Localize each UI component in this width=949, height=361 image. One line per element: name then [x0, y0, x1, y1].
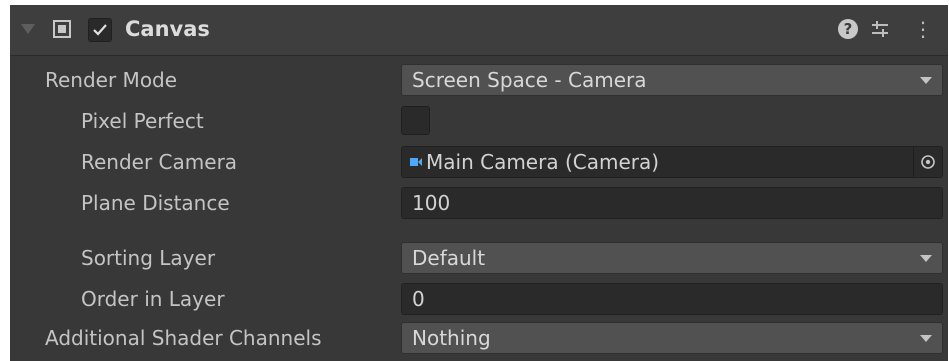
dropdown-arrow-icon: [920, 77, 932, 84]
checkmark-icon: [93, 24, 107, 36]
help-icon[interactable]: ?: [838, 19, 858, 39]
order-in-layer-value: 0: [412, 287, 425, 311]
component-header[interactable]: Canvas ? ⋮: [10, 5, 948, 56]
plane-distance-label: Plane Distance: [81, 191, 230, 215]
row-render-mode: Render Mode Screen Space - Camera: [10, 60, 948, 100]
camera-icon: [410, 158, 422, 166]
component-title: Canvas: [125, 17, 210, 41]
plane-distance-input[interactable]: 100: [401, 187, 943, 219]
object-picker-button[interactable]: [913, 147, 942, 177]
sorting-layer-dropdown[interactable]: Default: [401, 242, 943, 274]
foldout-arrow-icon[interactable]: [21, 24, 35, 34]
render-camera-object-field[interactable]: Main Camera (Camera): [401, 146, 943, 178]
additional-shader-channels-dropdown[interactable]: Nothing: [401, 322, 943, 354]
dropdown-arrow-icon: [920, 255, 932, 262]
sorting-layer-value: Default: [412, 246, 486, 270]
row-pixel-perfect: Pixel Perfect: [10, 101, 948, 141]
row-additional-shader-channels: Additional Shader Channels Nothing: [10, 318, 948, 358]
component-enabled-checkbox[interactable]: [88, 18, 112, 42]
row-order-in-layer: Order in Layer 0: [10, 279, 948, 319]
additional-shader-channels-label: Additional Shader Channels: [45, 326, 322, 350]
more-icon[interactable]: ⋮: [913, 17, 933, 41]
render-camera-value: Main Camera (Camera): [426, 150, 660, 174]
pixel-perfect-label: Pixel Perfect: [81, 109, 204, 133]
row-render-camera: Render Camera Main Camera (Camera): [10, 142, 948, 182]
object-picker-icon: [921, 155, 935, 169]
row-sorting-layer: Sorting Layer Default: [10, 238, 948, 278]
render-mode-dropdown[interactable]: Screen Space - Camera: [401, 64, 943, 96]
canvas-icon: [53, 20, 71, 38]
dropdown-arrow-icon: [920, 335, 932, 342]
presets-icon[interactable]: [870, 19, 890, 39]
order-in-layer-input[interactable]: 0: [401, 283, 943, 315]
plane-distance-value: 100: [412, 191, 451, 215]
render-mode-value: Screen Space - Camera: [412, 68, 647, 92]
render-mode-label: Render Mode: [45, 68, 178, 92]
inspector-panel: Canvas ? ⋮ Render Mode Screen Space - Ca…: [10, 5, 948, 361]
order-in-layer-label: Order in Layer: [81, 287, 225, 311]
render-camera-label: Render Camera: [81, 150, 238, 174]
pixel-perfect-checkbox[interactable]: [401, 106, 430, 135]
additional-shader-channels-value: Nothing: [412, 326, 491, 350]
row-plane-distance: Plane Distance 100: [10, 183, 948, 223]
sorting-layer-label: Sorting Layer: [81, 246, 216, 270]
